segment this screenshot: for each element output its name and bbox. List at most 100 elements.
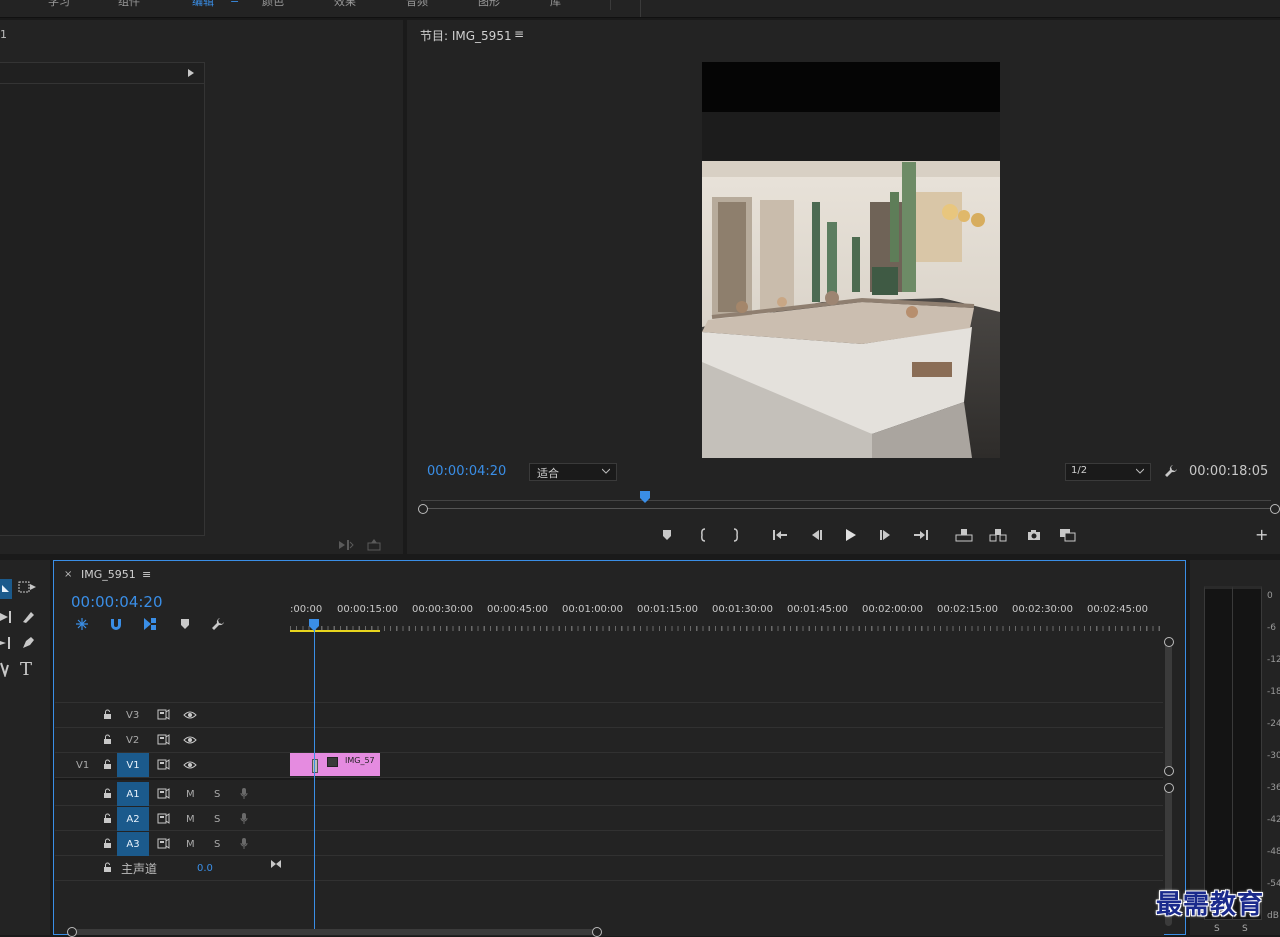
program-panel-menu-icon[interactable]: ≡ <box>514 27 524 41</box>
track-lock-icon[interactable] <box>103 759 112 770</box>
hscroll-right-handle[interactable] <box>592 927 602 937</box>
program-playhead[interactable] <box>640 491 650 503</box>
close-tab-icon[interactable]: × <box>64 569 72 580</box>
insert-icon[interactable] <box>338 538 354 552</box>
program-current-timecode[interactable]: 00:00:04:20 <box>427 464 506 479</box>
compare-view-icon[interactable] <box>1059 528 1077 542</box>
expand-arrow-icon[interactable] <box>186 67 196 79</box>
razor-tool-icon[interactable] <box>20 609 36 625</box>
tools-panel: T <box>0 560 50 935</box>
extract-icon[interactable] <box>989 528 1007 542</box>
meter-solo-left[interactable]: S <box>1214 924 1220 934</box>
solo-button[interactable]: S <box>214 839 220 850</box>
audio-scroll-top-handle[interactable] <box>1164 783 1174 793</box>
hscroll-left-handle[interactable] <box>67 927 77 937</box>
wrench-settings-icon[interactable] <box>1163 463 1179 479</box>
mute-button[interactable]: M <box>186 839 195 850</box>
workspace-tab-assembly[interactable]: 组件 <box>118 0 140 9</box>
track-target-a2[interactable]: A2 <box>117 807 149 831</box>
workspace-tab-libraries[interactable]: 库 <box>550 0 561 9</box>
video-scroll-bottom-handle[interactable] <box>1164 766 1174 776</box>
go-to-out-icon[interactable] <box>913 529 929 541</box>
video-vertical-scrollbar[interactable] <box>1165 640 1172 774</box>
scrollbar-right-handle[interactable] <box>1270 504 1280 514</box>
solo-button[interactable]: S <box>214 814 220 825</box>
mark-out-icon[interactable] <box>732 528 740 542</box>
lift-icon[interactable] <box>955 528 973 542</box>
add-marker-icon[interactable] <box>180 618 190 630</box>
nest-sequence-icon[interactable] <box>75 617 89 631</box>
timeline-settings-wrench-icon[interactable] <box>211 617 225 631</box>
add-button-icon[interactable]: + <box>1255 525 1268 544</box>
export-frame-camera-icon[interactable] <box>1027 529 1041 541</box>
workspace-tab-graphics[interactable]: 图形 <box>478 0 500 9</box>
workspace-tab-editing[interactable]: 编辑 <box>192 0 214 9</box>
program-scrub-ruler[interactable] <box>421 490 1271 508</box>
go-to-edit-point-icon[interactable] <box>270 859 282 869</box>
workspace-tab-audio[interactable]: 音频 <box>406 0 428 9</box>
toggle-sync-lock-icon[interactable] <box>157 788 170 799</box>
hand-tool-icon[interactable] <box>0 661 10 677</box>
program-zoom-scrollbar[interactable] <box>418 504 1280 514</box>
toggle-sync-lock-icon[interactable] <box>157 838 170 849</box>
timeline-timecode[interactable]: 00:00:04:20 <box>71 593 163 611</box>
source-patch-v1[interactable]: V1 <box>76 760 89 771</box>
meter-solo-right[interactable]: S <box>1242 924 1248 934</box>
video-clip[interactable]: IMG_57 <box>290 753 380 776</box>
scrollbar-left-handle[interactable] <box>418 504 428 514</box>
toggle-sync-lock-icon[interactable] <box>157 759 170 770</box>
workspace-tab-effects[interactable]: 效果 <box>334 0 356 9</box>
track-lock-icon[interactable] <box>103 838 112 849</box>
export-frame-icon[interactable] <box>366 538 382 552</box>
work-area-bar[interactable] <box>290 630 380 632</box>
video-scroll-top-handle[interactable] <box>1164 637 1174 647</box>
track-lock-icon[interactable] <box>103 734 112 745</box>
sequence-tab-title[interactable]: IMG_5951 <box>81 568 136 581</box>
snap-magnet-icon[interactable] <box>109 617 123 631</box>
solo-button[interactable]: S <box>214 789 220 800</box>
ripple-edit-tool-icon[interactable] <box>0 610 12 624</box>
zoom-select[interactable]: 适合 <box>529 463 617 481</box>
microphone-icon[interactable] <box>240 812 248 825</box>
linked-selection-icon[interactable] <box>143 617 157 631</box>
track-target-a1[interactable]: A1 <box>117 782 149 806</box>
step-back-icon[interactable] <box>809 529 823 541</box>
meter-scale-label: -42 <box>1267 815 1280 825</box>
type-tool-icon[interactable]: T <box>20 659 32 680</box>
workspace-menu-icon[interactable]: ≡ <box>230 0 239 6</box>
microphone-icon[interactable] <box>240 837 248 850</box>
track-target-v1[interactable]: V1 <box>117 753 149 777</box>
add-marker-icon[interactable] <box>662 529 672 541</box>
track-lock-icon[interactable] <box>103 813 112 824</box>
microphone-icon[interactable] <box>240 787 248 800</box>
workspace-tab-color[interactable]: 颜色 <box>262 0 284 9</box>
step-forward-icon[interactable] <box>879 529 893 541</box>
eye-icon[interactable] <box>183 710 197 720</box>
toggle-sync-lock-icon[interactable] <box>157 734 170 745</box>
track-lock-icon[interactable] <box>103 862 112 873</box>
workspace-tab-learn[interactable]: 学习 <box>48 0 70 9</box>
clip-edit-point[interactable] <box>312 759 318 773</box>
timeline-ruler[interactable]: :00:00 00:00:15:00 00:00:30:00 00:00:45:00 0… <box>290 601 1162 633</box>
timeline-horizontal-scrollbar[interactable] <box>70 929 598 935</box>
mute-button[interactable]: M <box>186 789 195 800</box>
track-target-a3[interactable]: A3 <box>117 832 149 856</box>
master-volume-value[interactable]: 0.0 <box>197 863 213 874</box>
track-lock-icon[interactable] <box>103 788 112 799</box>
toggle-sync-lock-icon[interactable] <box>157 813 170 824</box>
go-to-in-icon[interactable] <box>772 529 788 541</box>
eye-icon[interactable] <box>183 735 197 745</box>
track-select-tool-icon[interactable] <box>18 580 38 594</box>
track-row-v1 <box>55 753 1163 778</box>
eye-icon[interactable] <box>183 760 197 770</box>
mute-button[interactable]: M <box>186 814 195 825</box>
resolution-select[interactable]: 1/2 <box>1065 463 1151 481</box>
toggle-sync-lock-icon[interactable] <box>157 709 170 720</box>
track-lock-icon[interactable] <box>103 709 112 720</box>
play-icon[interactable] <box>845 528 857 542</box>
sequence-menu-icon[interactable]: ≡ <box>142 568 151 581</box>
mark-in-icon[interactable] <box>699 528 707 542</box>
slip-tool-icon[interactable] <box>0 636 12 650</box>
pen-tool-icon[interactable] <box>20 635 36 651</box>
selection-tool-icon[interactable] <box>0 579 12 599</box>
